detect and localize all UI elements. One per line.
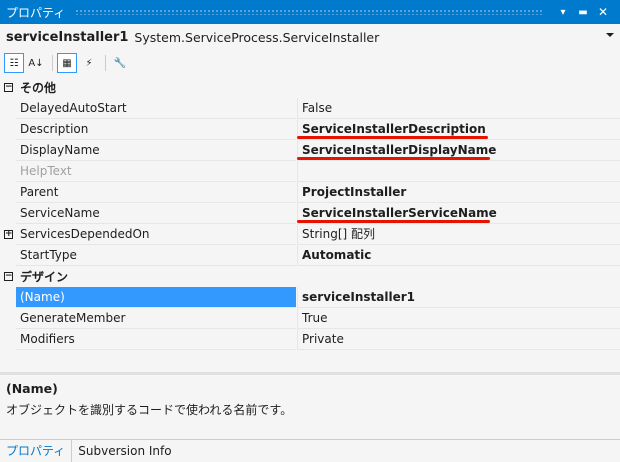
properties-icon[interactable]: ▦ <box>57 53 77 73</box>
category-label: デザイン <box>20 270 69 284</box>
tab-properties[interactable]: プロパティ <box>0 440 73 462</box>
category-design[interactable]: − デザイン <box>0 266 620 287</box>
red-underline-annotation <box>297 136 488 139</box>
property-row-displayname[interactable]: DisplayName ServiceInstallerDisplayName <box>0 140 620 161</box>
window-title: プロパティ <box>6 5 66 20</box>
selected-object-name: serviceInstaller1 <box>6 29 129 45</box>
property-value[interactable]: Automatic <box>297 245 620 266</box>
collapse-icon[interactable]: − <box>4 83 13 92</box>
properties-toolbar: ☷ A↓ ▦ ⚡ 🔧 <box>0 51 620 75</box>
property-row-parent[interactable]: Parent ProjectInstaller <box>0 182 620 203</box>
property-pages-icon[interactable]: 🔧 <box>110 53 130 73</box>
property-name: HelpText <box>16 161 296 182</box>
toolbar-separator <box>52 55 53 71</box>
property-row-servicesdependedon[interactable]: + ServicesDependedOn String[] 配列 <box>0 224 620 245</box>
property-name: Parent <box>16 182 296 203</box>
events-icon[interactable]: ⚡ <box>79 53 99 73</box>
property-value[interactable]: ProjectInstaller <box>297 182 620 203</box>
description-text: オブジェクトを識別するコードで使われる名前です。 <box>6 403 293 417</box>
property-value[interactable]: serviceInstaller1 <box>297 287 620 308</box>
close-icon[interactable]: ✕ <box>594 3 612 21</box>
property-row-delayedautostart[interactable]: DelayedAutoStart False <box>0 98 620 119</box>
description-title: (Name) <box>6 381 58 396</box>
chevron-down-icon[interactable] <box>606 33 614 37</box>
property-value[interactable]: Private <box>297 329 620 350</box>
selected-object-type: System.ServiceProcess.ServiceInstaller <box>134 29 380 45</box>
property-name: DelayedAutoStart <box>16 98 296 119</box>
property-row-generatemember[interactable]: GenerateMember True <box>0 308 620 329</box>
property-value[interactable]: False <box>297 98 620 119</box>
alphabetical-icon[interactable]: A↓ <box>26 53 46 73</box>
toolbar-separator <box>105 55 106 71</box>
auto-hide-pin-icon[interactable]: ▬ <box>574 3 592 21</box>
red-underline-annotation <box>297 157 490 160</box>
property-name: Description <box>16 119 296 140</box>
red-underline-annotation <box>297 220 490 223</box>
property-value[interactable]: String[] 配列 <box>297 224 620 245</box>
window-position-dropdown-icon[interactable]: ▾ <box>554 3 572 21</box>
properties-window-titlebar: プロパティ ▾ ▬ ✕ <box>0 0 620 24</box>
titlebar-grip[interactable] <box>75 9 544 15</box>
category-misc[interactable]: − その他 <box>0 77 620 98</box>
property-row-helptext[interactable]: HelpText <box>0 161 620 182</box>
property-name: GenerateMember <box>16 308 296 329</box>
property-name: ServicesDependedOn <box>16 224 296 245</box>
object-selector-dropdown[interactable]: serviceInstaller1 System.ServiceProcess.… <box>0 25 620 49</box>
bottom-tab-strip: プロパティ Subversion Info <box>0 439 620 462</box>
description-splitter[interactable] <box>0 372 620 375</box>
category-label: その他 <box>20 81 57 95</box>
tab-subversion-info[interactable]: Subversion Info <box>72 440 177 462</box>
property-row-modifiers[interactable]: Modifiers Private <box>0 329 620 350</box>
property-name: ServiceName <box>16 203 296 224</box>
property-row-servicename[interactable]: ServiceName ServiceInstallerServiceName <box>0 203 620 224</box>
property-name: DisplayName <box>16 140 296 161</box>
property-grid: − その他 DelayedAutoStart False Description… <box>0 77 620 372</box>
categorized-icon[interactable]: ☷ <box>4 53 24 73</box>
property-name: StartType <box>16 245 296 266</box>
property-row-description[interactable]: Description ServiceInstallerDescription <box>0 119 620 140</box>
property-value[interactable]: True <box>297 308 620 329</box>
property-name: (Name) <box>16 287 296 308</box>
property-row-name[interactable]: (Name) serviceInstaller1 <box>0 287 620 308</box>
expand-icon[interactable]: + <box>4 230 13 239</box>
property-value[interactable] <box>297 161 620 182</box>
collapse-icon[interactable]: − <box>4 272 13 281</box>
property-name: Modifiers <box>16 329 296 350</box>
description-panel: (Name) オブジェクトを識別するコードで使われる名前です。 <box>0 376 620 436</box>
property-row-starttype[interactable]: StartType Automatic <box>0 245 620 266</box>
